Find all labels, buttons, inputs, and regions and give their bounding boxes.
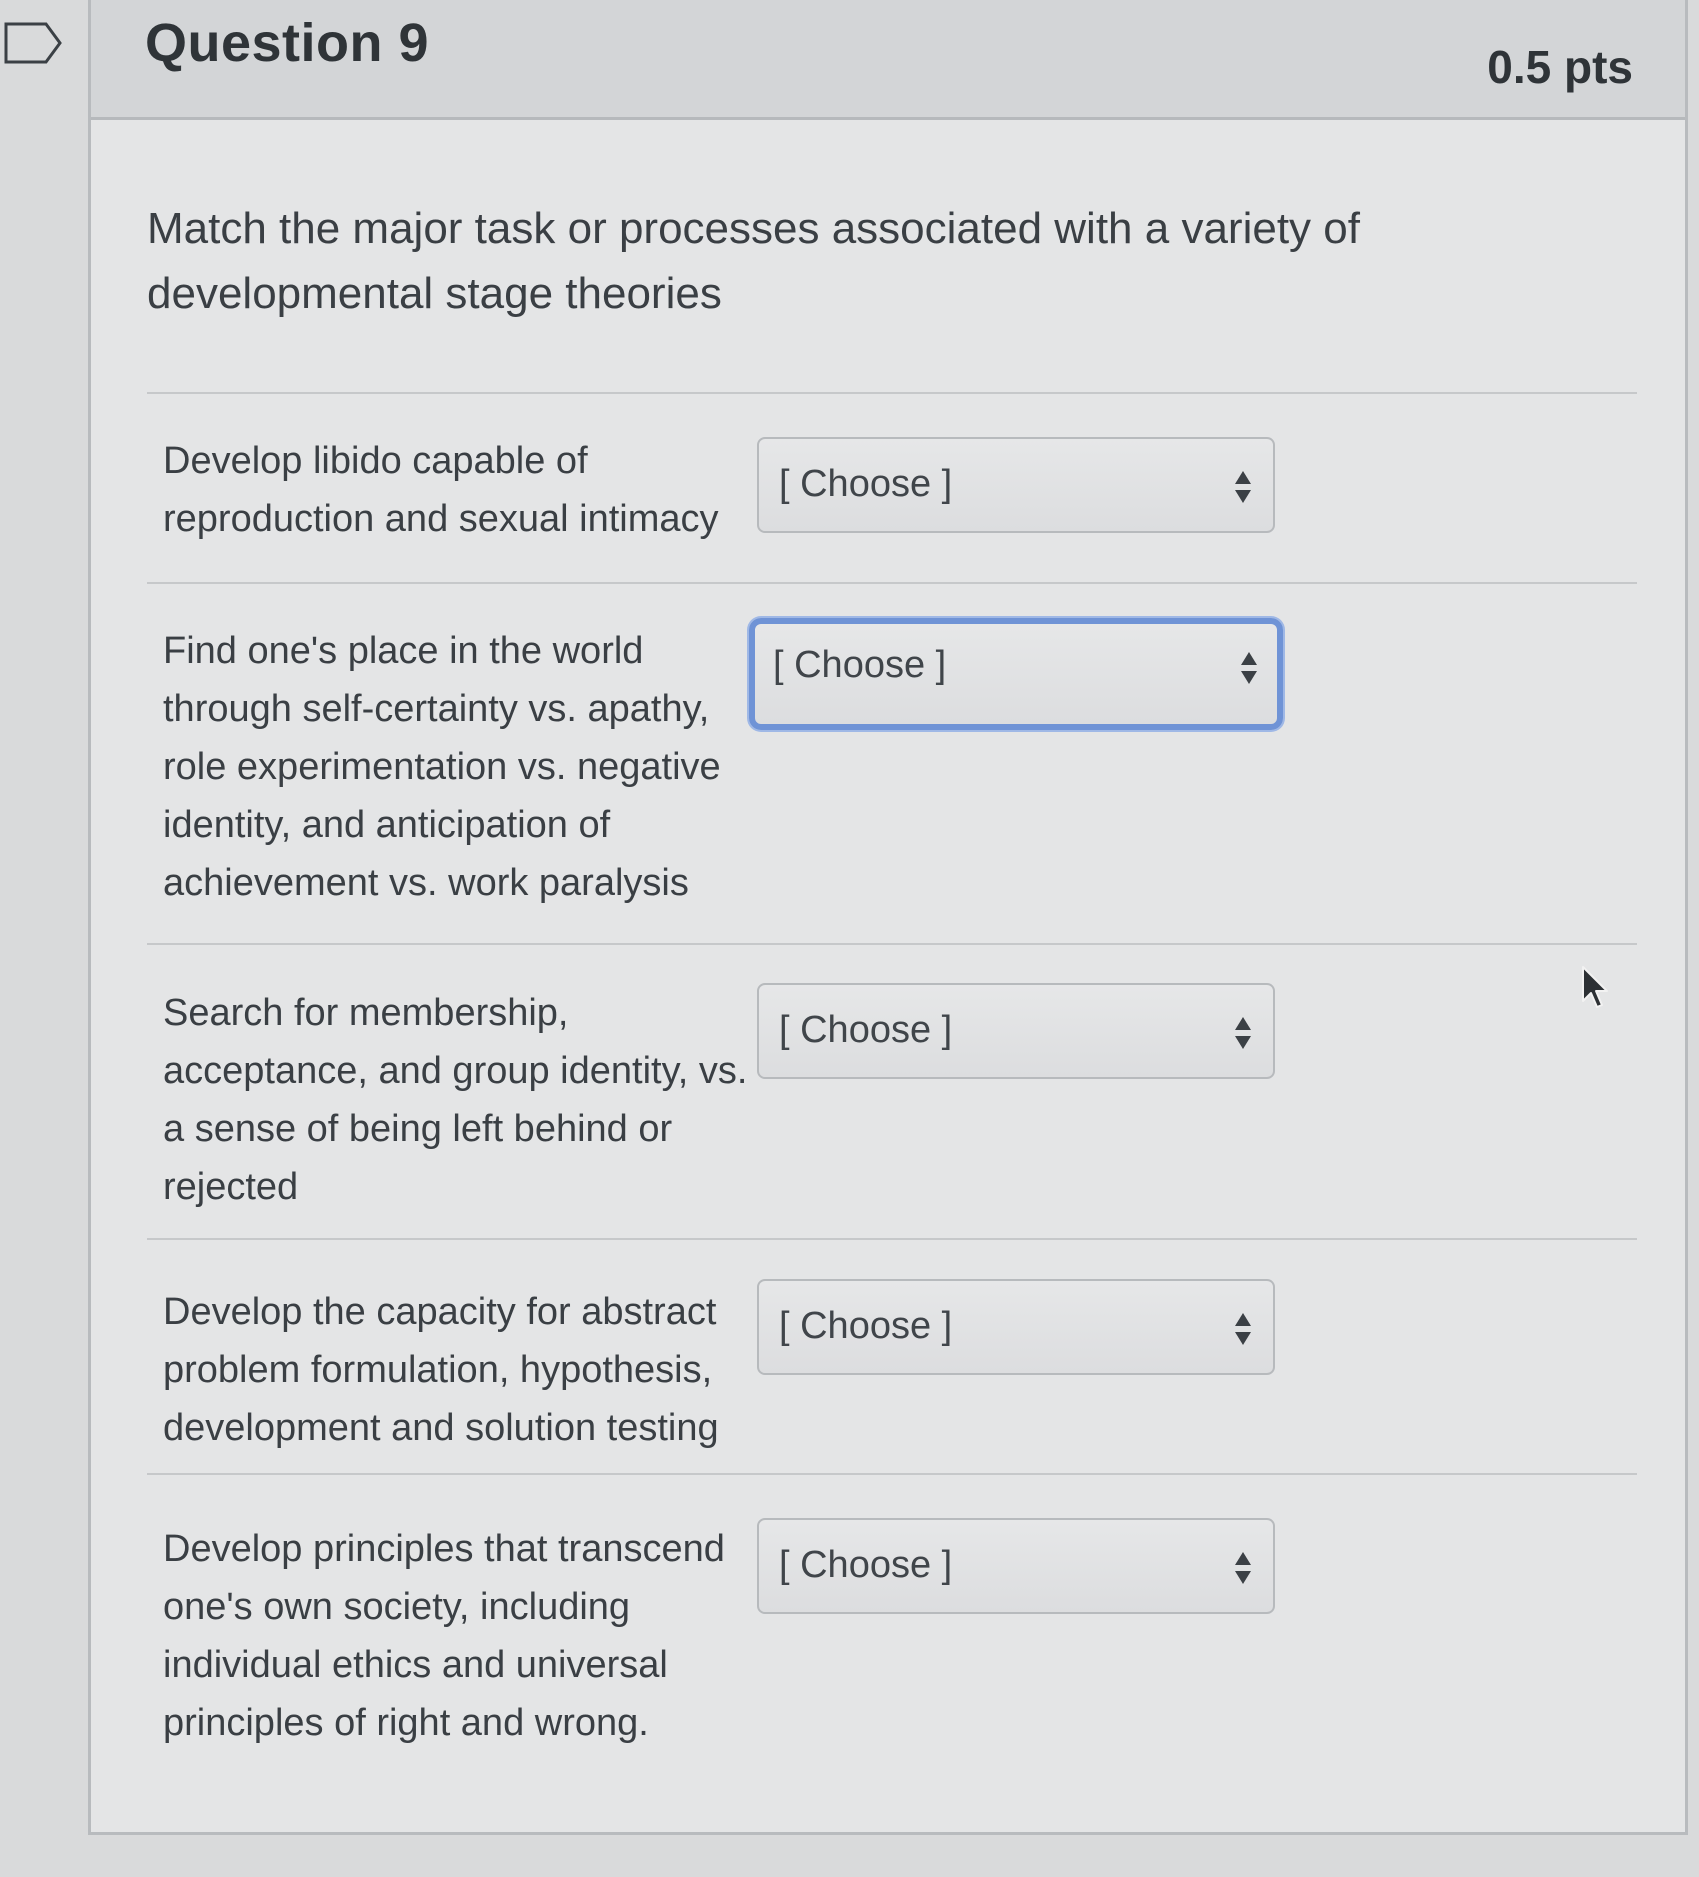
select-value: [ Choose ]: [779, 1009, 953, 1051]
match-select-1[interactable]: [ Choose ]: [757, 437, 1275, 533]
match-item-label: Search for membership, acceptance, and g…: [163, 992, 748, 1208]
up-down-arrows-icon: [1235, 1552, 1251, 1584]
select-value: [ Choose ]: [773, 644, 947, 686]
divider: [147, 392, 1637, 394]
match-item-label: Develop libido capable of reproduction a…: [163, 440, 719, 540]
up-down-arrows-icon: [1235, 471, 1251, 503]
divider: [147, 943, 1637, 945]
up-down-arrows-icon: [1235, 1017, 1251, 1049]
question-title: Question 9: [145, 13, 430, 73]
divider: [147, 1473, 1637, 1475]
flag-icon[interactable]: [4, 22, 64, 64]
match-item-label: Develop principles that transcend one's …: [163, 1528, 725, 1744]
divider: [147, 582, 1637, 584]
select-value: [ Choose ]: [779, 463, 953, 505]
match-select-3[interactable]: [ Choose ]: [757, 983, 1275, 1079]
up-down-arrows-icon: [1235, 1313, 1251, 1345]
match-item-label: Develop the capacity for abstract proble…: [163, 1291, 719, 1449]
question-header: Question 9 0.5 pts: [91, 0, 1685, 120]
question-points: 0.5 pts: [1487, 41, 1633, 93]
select-value: [ Choose ]: [779, 1544, 953, 1586]
match-select-5[interactable]: [ Choose ]: [757, 1518, 1275, 1614]
question-prompt: Match the major task or processes associ…: [147, 204, 1360, 318]
question-card: Question 9 0.5 pts Match the major task …: [88, 0, 1688, 1835]
match-select-2[interactable]: [ Choose ]: [749, 618, 1283, 730]
mouse-pointer-icon: [1582, 966, 1608, 1008]
match-item-label: Find one's place in the world through se…: [163, 630, 721, 904]
divider: [147, 1238, 1637, 1240]
up-down-arrows-icon: [1241, 652, 1257, 684]
select-value: [ Choose ]: [779, 1305, 953, 1347]
match-select-4[interactable]: [ Choose ]: [757, 1279, 1275, 1375]
